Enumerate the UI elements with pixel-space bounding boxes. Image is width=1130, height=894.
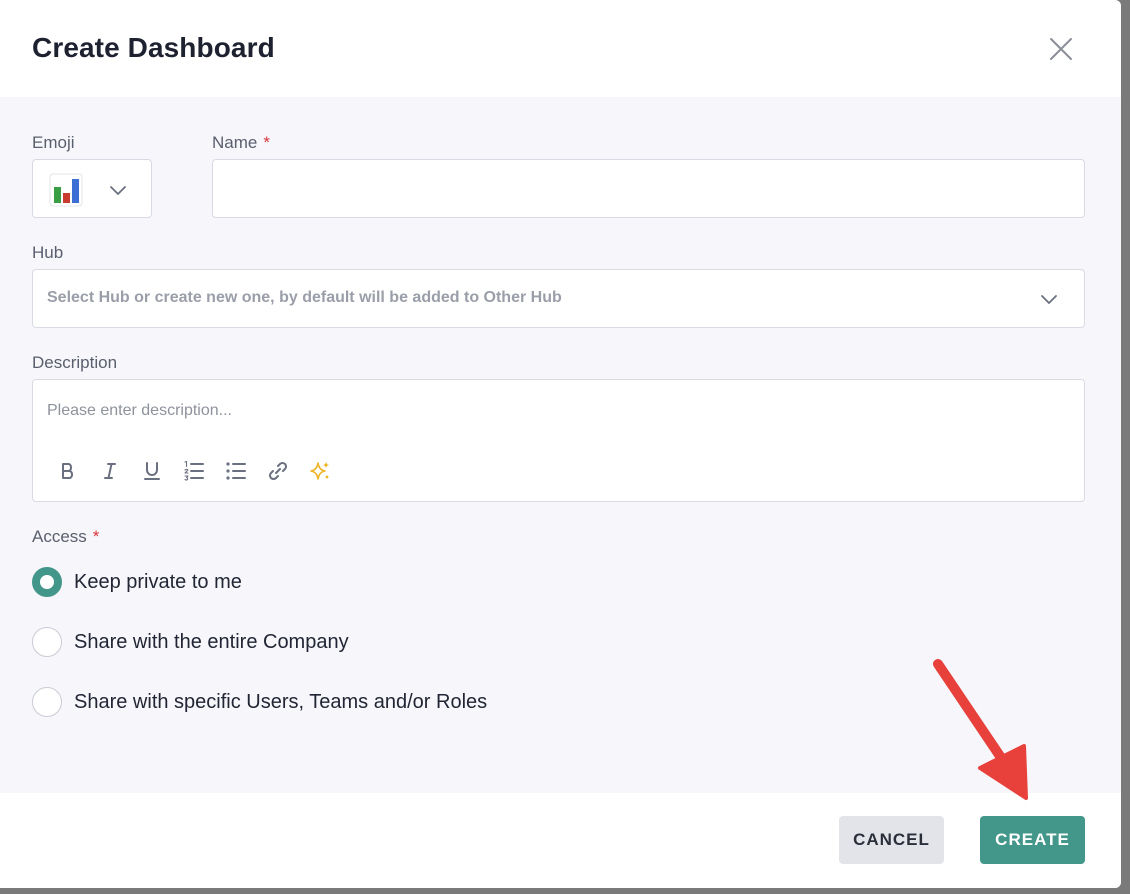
link-icon xyxy=(268,461,288,481)
access-label-text: Access xyxy=(32,527,87,546)
hub-label: Hub xyxy=(32,243,64,262)
access-label: Access * xyxy=(32,527,99,547)
description-editor[interactable]: Please enter description... xyxy=(32,379,1085,502)
close-button[interactable] xyxy=(1046,34,1076,64)
close-icon xyxy=(1050,38,1072,60)
name-label: Name * xyxy=(212,133,270,153)
required-mark: * xyxy=(92,527,100,546)
italic-icon xyxy=(104,463,116,479)
dialog-header: Create Dashboard xyxy=(0,0,1121,97)
create-dashboard-dialog: Create Dashboard Emoji Name * Hub Select … xyxy=(0,0,1121,888)
radio-unselected[interactable] xyxy=(32,687,62,717)
bold-icon xyxy=(62,463,74,479)
italic-button[interactable] xyxy=(97,458,123,484)
description-placeholder: Please enter description... xyxy=(47,402,232,419)
bold-button[interactable] xyxy=(55,458,81,484)
radio-selected[interactable] xyxy=(32,567,62,597)
dialog-title: Create Dashboard xyxy=(32,32,275,63)
bar-chart-emoji-icon xyxy=(49,173,83,207)
radio-unselected[interactable] xyxy=(32,627,62,657)
ai-assist-button[interactable] xyxy=(307,458,333,484)
access-option-label: Share with specific Users, Teams and/or … xyxy=(74,690,488,713)
name-input[interactable] xyxy=(212,159,1085,218)
bullet-list-icon xyxy=(226,462,246,480)
access-option-private[interactable]: Keep private to me xyxy=(32,566,242,598)
chevron-down-icon xyxy=(1041,295,1057,304)
emoji-label: Emoji xyxy=(32,133,75,152)
access-option-label: Keep private to me xyxy=(74,570,242,593)
hub-placeholder: Select Hub or create new one, by default… xyxy=(47,289,562,306)
required-mark: * xyxy=(263,133,270,152)
cancel-button[interactable]: CANCEL xyxy=(839,816,944,864)
ordered-list-button[interactable] xyxy=(181,458,207,484)
description-label: Description xyxy=(32,353,118,372)
underline-button[interactable] xyxy=(139,458,165,484)
access-option-specific[interactable]: Share with specific Users, Teams and/or … xyxy=(32,686,487,718)
bullet-list-button[interactable] xyxy=(223,458,249,484)
name-label-text: Name xyxy=(212,133,258,152)
sparkle-icon xyxy=(310,462,329,480)
access-option-label: Share with the entire Company xyxy=(74,630,349,653)
hub-select[interactable]: Select Hub or create new one, by default… xyxy=(32,269,1085,328)
create-button[interactable]: CREATE xyxy=(980,816,1085,864)
dialog-body: Emoji Name * Hub Select Hub or create new… xyxy=(0,97,1121,793)
chevron-down-icon xyxy=(110,186,126,195)
access-option-company[interactable]: Share with the entire Company xyxy=(32,626,349,658)
dialog-footer: CANCEL CREATE xyxy=(0,793,1121,888)
ordered-list-icon xyxy=(184,460,204,481)
underline-icon xyxy=(144,462,160,480)
link-button[interactable] xyxy=(265,458,291,484)
emoji-picker[interactable] xyxy=(32,159,152,218)
